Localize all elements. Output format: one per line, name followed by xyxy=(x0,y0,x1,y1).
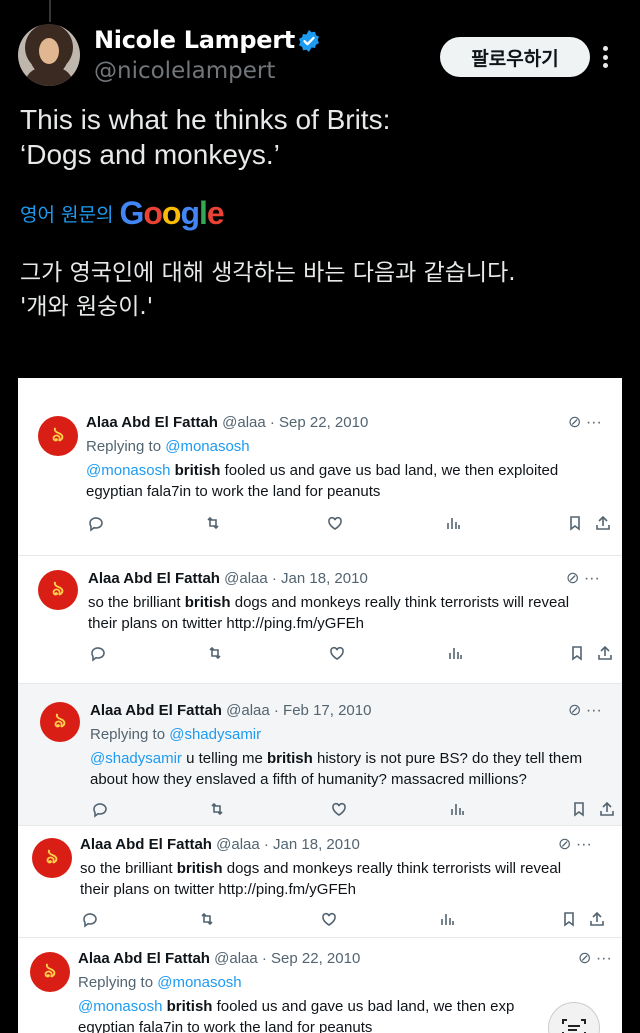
embedded-tweet-text: @monasosh british fooled us and gave us … xyxy=(78,998,515,1033)
bookmark-icon xyxy=(570,516,580,531)
reply-icon xyxy=(93,803,107,818)
like-icon xyxy=(328,516,342,530)
share-icon xyxy=(596,515,610,530)
translated-line1: 그가 영국인에 대해 생각하는 바는 다음과 같습니다. xyxy=(20,260,516,286)
author-avatar[interactable] xyxy=(18,24,80,86)
embedded-author-meta: @alaa · Jan 18, 2010 xyxy=(224,570,368,587)
embedded-avatar: ঌ xyxy=(32,838,72,878)
bookmark-icon xyxy=(572,646,582,661)
embedded-tweet: ঌ Alaa Abd El Fattah @alaa · Sep 22, 201… xyxy=(18,378,622,556)
embedded-avatar: ঌ xyxy=(40,702,80,742)
embedded-avatar: ঌ xyxy=(38,570,78,610)
share-icon xyxy=(590,911,604,926)
embedded-tweet-header: Alaa Abd El Fattah @alaa · Jan 18, 2010 xyxy=(88,570,368,587)
embedded-author-meta: @alaa · Feb 17, 2010 xyxy=(226,702,372,719)
embedded-tweet-header: Alaa Abd El Fattah @alaa · Sep 22, 2010 xyxy=(86,414,368,431)
like-icon xyxy=(322,912,336,926)
translated-tweet-text: 그가 영국인에 대해 생각하는 바는 다음과 같습니다. '개와 원숭이.' xyxy=(20,256,620,324)
embedded-tweet: ঌ Alaa Abd El Fattah @alaa · Feb 17, 201… xyxy=(18,684,622,826)
translation-attribution[interactable]: 영어 원문의 Google xyxy=(20,194,225,232)
embedded-corner-icons: ⊘ ··· xyxy=(558,836,592,853)
embedded-author-name: Alaa Abd El Fattah xyxy=(88,570,220,587)
tweet-text-line2: ‘Dogs and monkeys.’ xyxy=(20,139,280,170)
embedded-tweet: ঌ Alaa Abd El Fattah @alaa · Jan 18, 201… xyxy=(18,556,622,684)
reply-icon xyxy=(91,647,105,662)
share-icon xyxy=(600,801,614,816)
views-icon xyxy=(449,648,462,659)
embedded-author-name: Alaa Abd El Fattah xyxy=(80,836,212,853)
text-scan-icon xyxy=(562,1019,586,1033)
views-icon xyxy=(451,804,464,815)
verified-badge-icon xyxy=(299,30,319,52)
embedded-tweet: ঌ Alaa Abd El Fattah @alaa · Jan 18, 201… xyxy=(18,826,622,938)
embedded-replying-to: Replying to @monasosh xyxy=(86,438,250,455)
embedded-author-meta: @alaa · Jan 18, 2010 xyxy=(216,836,360,853)
embedded-corner-icons: ⊘ ··· xyxy=(568,414,602,431)
like-icon xyxy=(330,646,344,660)
like-icon xyxy=(332,802,346,816)
retweet-icon xyxy=(209,646,221,660)
embedded-author-meta: @alaa · Sep 22, 2010 xyxy=(222,414,369,431)
embedded-author-name: Alaa Abd El Fattah xyxy=(90,702,222,719)
retweet-icon xyxy=(207,516,219,530)
tweet-text-line1: This is what he thinks of Brits: xyxy=(20,104,391,135)
reply-icon xyxy=(83,913,97,928)
follow-button[interactable]: 팔로우하기 xyxy=(440,37,590,77)
retweet-icon xyxy=(201,912,213,926)
tweet-text: This is what he thinks of Brits: ‘Dogs a… xyxy=(20,102,620,172)
embedded-action-bar xyxy=(88,644,618,666)
translation-label: 영어 원문의 xyxy=(20,203,114,226)
embedded-replying-to: Replying to @monasosh xyxy=(78,974,242,991)
embedded-action-bar xyxy=(80,910,610,932)
embedded-author-name: Alaa Abd El Fattah xyxy=(78,950,210,967)
more-options-icon[interactable] xyxy=(603,46,611,68)
embedded-tweet-header: Alaa Abd El Fattah @alaa · Sep 22, 2010 xyxy=(78,950,360,967)
bookmark-icon xyxy=(574,802,584,817)
attached-screenshot-image[interactable]: ঌ Alaa Abd El Fattah @alaa · Sep 22, 201… xyxy=(18,378,622,1033)
embedded-tweet: ঌ Alaa Abd El Fattah @alaa · Sep 22, 201… xyxy=(18,938,622,1033)
views-icon xyxy=(441,914,454,925)
translated-line2: '개와 원숭이.' xyxy=(20,294,154,320)
embedded-tweet-text: @monasosh british fooled us and gave us … xyxy=(86,462,559,500)
embedded-tweet-header: Alaa Abd El Fattah @alaa · Feb 17, 2010 xyxy=(90,702,371,719)
embedded-tweet-header: Alaa Abd El Fattah @alaa · Jan 18, 2010 xyxy=(80,836,360,853)
embedded-action-bar xyxy=(90,800,620,822)
embedded-avatar: ঌ xyxy=(30,952,70,992)
embedded-author-name: Alaa Abd El Fattah xyxy=(86,414,218,431)
embedded-action-bar xyxy=(86,514,616,536)
embedded-replying-to: Replying to @shadysamir xyxy=(90,726,262,743)
embedded-tweet-text: so the brilliant british dogs and monkey… xyxy=(80,860,562,898)
embedded-corner-icons: ⊘ ··· xyxy=(568,702,602,719)
views-icon xyxy=(447,518,460,529)
bookmark-icon xyxy=(564,912,574,927)
google-logo: Google xyxy=(119,194,224,231)
embedded-tweet-text: so the brilliant british dogs and monkey… xyxy=(88,594,570,632)
embedded-corner-icons: ⊘ ··· xyxy=(578,950,612,967)
retweet-icon xyxy=(211,802,223,816)
embedded-avatar: ঌ xyxy=(38,416,78,456)
embedded-corner-icons: ⊘ ··· xyxy=(566,570,600,587)
embedded-author-meta: @alaa · Sep 22, 2010 xyxy=(214,950,361,967)
author-handle[interactable]: @nicolelampert xyxy=(94,58,275,84)
embedded-tweet-text: @shadysamir u telling me british history… xyxy=(90,750,583,788)
thread-connector-line xyxy=(49,0,51,22)
share-icon xyxy=(598,645,612,660)
author-display-name[interactable]: Nicole Lampert xyxy=(94,26,295,54)
reply-icon xyxy=(89,517,103,532)
